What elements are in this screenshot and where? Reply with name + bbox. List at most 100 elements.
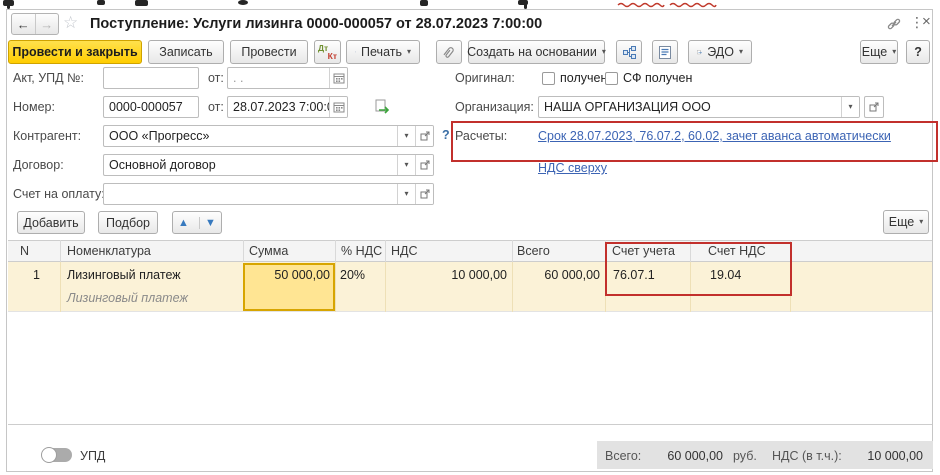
show-postings-button[interactable]: Дт Кт (314, 40, 341, 64)
create-based-on-label: Создать на основании (467, 45, 597, 59)
settlements-label: Расчеты: (455, 129, 507, 143)
chevron-down-icon[interactable]: ▾ (397, 184, 415, 204)
calendar-icon[interactable] (329, 68, 347, 88)
act-from-label: от: (208, 71, 224, 85)
contractor-hint[interactable]: ? (442, 128, 450, 142)
edo-icon (697, 46, 702, 59)
window-title: Поступление: Услуги лизинга 0000-000057 … (90, 16, 542, 32)
chevron-down-icon[interactable]: ▾ (397, 126, 415, 146)
add-row-label: Добавить (23, 216, 78, 230)
received-label[interactable]: получен (560, 71, 607, 85)
move-rows-buttons: ▲ ▼ (172, 211, 222, 234)
column-header-total: Всего (517, 244, 550, 258)
original-label: Оригинал: (455, 71, 515, 85)
help-button[interactable]: ? (906, 40, 930, 64)
pick-button[interactable]: Подбор (98, 211, 158, 234)
act-date-input[interactable]: . . (227, 67, 348, 89)
act-upd-label: Акт, УПД №: (13, 71, 84, 85)
act-date-value: . . (228, 68, 329, 88)
open-icon[interactable] (415, 155, 433, 175)
cell-nomenclature[interactable]: Лизинговый платеж (67, 268, 181, 282)
toggle-knob (41, 447, 57, 463)
total-label: Всего: (605, 449, 641, 463)
items-more-button[interactable]: Еще ▾ (883, 210, 929, 234)
date-value: 28.07.2023 7:00:00 (228, 97, 329, 117)
organization-combo[interactable]: НАША ОРГАНИЗАЦИЯ ООО ▾ (538, 96, 860, 118)
cell-account[interactable]: 76.07.1 (613, 268, 655, 282)
favorite-star-icon[interactable]: ☆ (63, 13, 78, 33)
close-icon[interactable]: × (922, 13, 931, 30)
column-header-vat-rate: % НДС (341, 244, 382, 258)
edo-button[interactable]: ЭДО ▾ (688, 40, 752, 64)
total-value: 60 000,00 (643, 449, 723, 463)
cell-content[interactable]: Лизинговый платеж (67, 291, 188, 305)
sf-received-checkbox[interactable] (605, 72, 618, 85)
contractor-combo[interactable]: ООО «Прогресс» ▾ (103, 125, 434, 147)
number-from-label: от: (208, 100, 224, 114)
received-checkbox[interactable] (542, 72, 555, 85)
post-button[interactable]: Провести (230, 40, 308, 64)
upd-toggle[interactable] (42, 448, 72, 462)
move-up-icon[interactable]: ▲ (173, 217, 194, 229)
attachments-button[interactable] (436, 40, 462, 64)
report-button[interactable] (652, 40, 678, 64)
contractor-label: Контрагент: (13, 129, 81, 143)
upd-toggle-label[interactable]: УПД (80, 449, 105, 463)
organization-label: Организация: (455, 100, 534, 114)
open-icon[interactable] (415, 184, 433, 204)
cell-n[interactable]: 1 (8, 268, 40, 282)
chevron-down-icon[interactable]: ▾ (841, 97, 859, 117)
invoice-value (104, 184, 397, 204)
move-down-icon[interactable]: ▼ (199, 217, 221, 229)
open-icon[interactable] (415, 126, 433, 146)
invoice-combo[interactable]: ▾ (103, 183, 434, 205)
number-label: Номер: (13, 100, 55, 114)
organization-value: НАША ОРГАНИЗАЦИЯ ООО (539, 97, 841, 117)
settlements-link[interactable]: Срок 28.07.2023, 76.07.2, 60.02, зачет а… (538, 129, 891, 143)
calendar-icon[interactable] (329, 97, 347, 117)
open-icon[interactable] (864, 96, 884, 118)
cell-vat[interactable]: 10 000,00 (400, 268, 507, 282)
print-button[interactable]: Печать ▾ (346, 40, 420, 64)
back-icon[interactable]: ← (12, 14, 35, 34)
cell-vat-rate[interactable]: 20% (340, 268, 365, 282)
number-value: 0000-000057 (104, 97, 198, 117)
vat-total-label: НДС (в т.ч.): (772, 449, 842, 463)
cropped-text-strip (0, 0, 940, 9)
print-label: Печать (361, 45, 402, 59)
red-squiggle (617, 1, 665, 8)
number-input[interactable]: 0000-000057 (103, 96, 199, 118)
dtkt-icon: Дт Кт (315, 41, 340, 63)
save-label: Записать (159, 45, 212, 59)
report-icon (659, 46, 671, 59)
column-header-nomenclature: Номенклатура (67, 244, 151, 258)
column-header-account: Счет учета (612, 244, 675, 258)
column-header-sum: Сумма (249, 244, 288, 258)
column-header-vat: НДС (391, 244, 418, 258)
add-row-button[interactable]: Добавить (17, 211, 85, 234)
date-input[interactable]: 28.07.2023 7:00:00 (227, 96, 348, 118)
table-bottom-border (8, 424, 932, 425)
nav-buttons: ← → (11, 13, 59, 35)
contractor-value: ООО «Прогресс» (104, 126, 397, 146)
red-squiggle (669, 1, 717, 8)
currency-label: руб. (733, 449, 757, 463)
act-upd-value (104, 68, 198, 88)
post-and-close-button[interactable]: Провести и закрыть (8, 40, 142, 64)
toolbar-more-button[interactable]: Еще ▾ (860, 40, 898, 64)
save-button[interactable]: Записать (148, 40, 224, 64)
edit-comment-icon[interactable] (375, 99, 392, 114)
sf-received-label[interactable]: СФ получен (623, 71, 692, 85)
forward-icon[interactable]: → (35, 14, 59, 34)
create-based-on-button[interactable]: Создать на основании ▾ (468, 40, 605, 64)
structure-button[interactable] (616, 40, 642, 64)
chevron-down-icon[interactable]: ▾ (397, 155, 415, 175)
vat-mode-link[interactable]: НДС сверху (538, 161, 607, 175)
copy-link-icon[interactable] (887, 17, 901, 31)
contract-combo[interactable]: Основной договор ▾ (103, 154, 434, 176)
cell-total[interactable]: 60 000,00 (494, 268, 600, 282)
paperclip-icon (442, 45, 456, 60)
cell-sum[interactable]: 50 000,00 (245, 268, 330, 282)
cell-vat-account[interactable]: 19.04 (710, 268, 741, 282)
act-upd-input[interactable] (103, 67, 199, 89)
